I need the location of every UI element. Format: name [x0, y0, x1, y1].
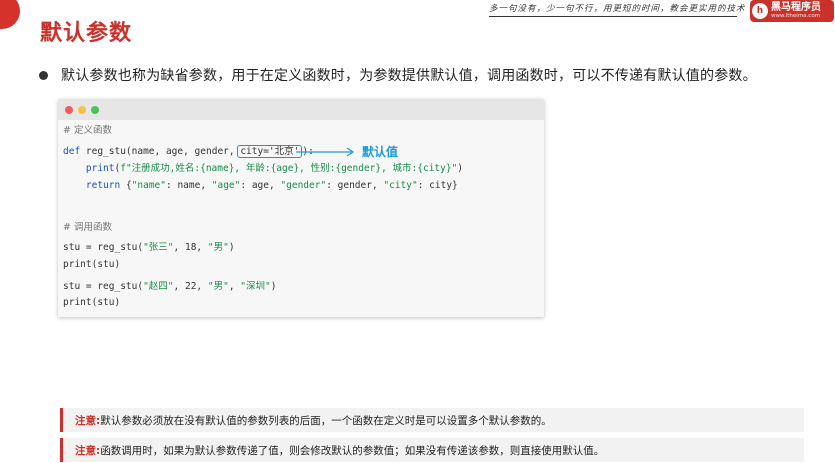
maximize-dot-icon — [91, 106, 99, 114]
code-paren-close: ) — [457, 163, 464, 174]
default-value-annotation: 默认值 — [362, 145, 399, 159]
note-box-1: 注意: 默认参数必须放在没有默认值的参数列表的后面，一个函数在定义时是可以设置多… — [60, 408, 804, 432]
code-line-call-2: stu = reg_stu("赵四", 22, "男", "深圳") — [63, 281, 276, 293]
code-return-keyword: return — [85, 180, 121, 191]
code-dict-key: "age" — [211, 180, 241, 191]
code-def-signature: reg_stu(name, age, gender, — [80, 146, 241, 157]
code-call-lhs: stu = reg_stu( — [63, 242, 144, 253]
code-comment-call: # 调用函数 — [63, 222, 112, 233]
code-dict-key: "gender" — [280, 180, 327, 191]
code-dict-value: : name, — [166, 180, 212, 191]
code-def-city-param: city='北京' — [240, 146, 300, 157]
code-comment-define: # 定义函数 — [63, 125, 112, 136]
code-window: # 定义函数 def reg_stu(name, age, gender, ci… — [58, 99, 544, 317]
slide-title: 默认参数 — [40, 21, 133, 46]
bullet-text: 默认参数也称为缺省参数，用于在定义函数时，为参数提供默认值，调用函数时，可以不传… — [61, 68, 757, 84]
code-brace-open: { — [120, 180, 132, 191]
slide: 默认参数 多一句没有，少一句不行，用更短的时间，教会更实用的技术 h 黑马程序员… — [0, 0, 835, 463]
code-line-print-stu-1: print(stu) — [63, 259, 121, 270]
annotation-arrow-icon — [296, 147, 355, 157]
code-call-arg: "深圳" — [240, 281, 271, 292]
corner-decoration — [0, 0, 20, 29]
code-call-sep: , 22, — [173, 281, 208, 292]
code-call-arg: "张三" — [143, 242, 174, 253]
code-print-fstring: f"注册成功,姓名:{name}, 年龄:{age}, 性别:{gender},… — [120, 163, 458, 174]
code-line-def: def reg_stu(name, age, gender, city='北京'… — [63, 145, 314, 158]
slogan-underline — [489, 16, 737, 17]
logo-name: 黑马程序员 — [771, 1, 821, 13]
code-paren-close: ) — [270, 281, 277, 292]
bullet-dot-icon — [39, 70, 48, 80]
code-window-titlebar — [58, 99, 544, 120]
bullet-point: 默认参数也称为缺省参数，用于在定义函数时，为参数提供默认值，调用函数时，可以不传… — [39, 65, 757, 85]
code-call-arg: "男" — [207, 242, 229, 253]
code-line-print-stu-2: print(stu) — [63, 297, 121, 308]
close-dot-icon — [65, 106, 73, 114]
note-box-2: 注意: 函数调用时，如果为默认参数传递了值，则会修改默认的参数值；如果没有传递该… — [60, 438, 804, 462]
slogan: 多一句没有，少一句不行，用更短的时间，教会更实用的技术 — [489, 4, 746, 14]
code-call-lhs: stu = reg_stu( — [63, 281, 144, 292]
brand-logo: h 黑马程序员 www.itheima.com — [750, 0, 834, 22]
code-line-call-1: stu = reg_stu("张三", 18, "男") — [63, 242, 235, 254]
code-line-print: print(f"注册成功,姓名:{name}, 年龄:{age}, 性别:{ge… — [63, 163, 463, 175]
code-dict-value: : age, — [240, 180, 281, 191]
note-label: 注意: — [75, 414, 101, 427]
code-dict-key: "city" — [383, 180, 418, 191]
code-dict-value: : city} — [417, 180, 458, 191]
code-call-arg: "赵四" — [143, 281, 174, 292]
code-call-sep: , — [228, 281, 241, 292]
code-dict-value: : gender, — [326, 180, 384, 191]
logo-text: 黑马程序员 www.itheima.com — [771, 1, 821, 20]
logo-mark-icon: h — [752, 3, 768, 19]
note-label: 注意: — [75, 444, 101, 457]
code-def-keyword: def — [63, 146, 81, 157]
note-text: 默认参数必须放在没有默认值的参数列表的后面，一个函数在定义时是可以设置多个默认参… — [100, 414, 552, 427]
logo-url: www.itheima.com — [771, 12, 821, 19]
note-text: 函数调用时，如果为默认参数传递了值，则会修改默认的参数值；如果没有传递该参数，则… — [100, 444, 605, 457]
minimize-dot-icon — [78, 106, 86, 114]
code-dict-key: "name" — [131, 180, 166, 191]
code-paren-close: ) — [228, 242, 235, 253]
code-call-sep: , 18, — [173, 242, 208, 253]
default-param-highlight: city='北京' — [237, 145, 303, 158]
code-line-return: return {"name": name, "age": age, "gende… — [63, 180, 458, 192]
code-print-fn: print — [85, 163, 115, 174]
code-call-arg: "男" — [207, 281, 229, 292]
